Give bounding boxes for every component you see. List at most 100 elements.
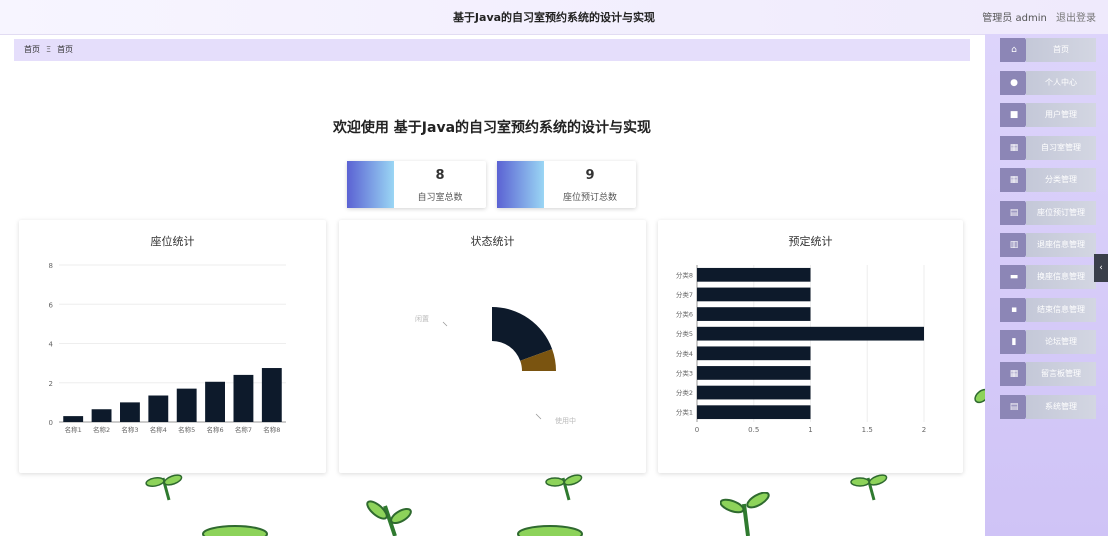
bar [697, 326, 924, 341]
card-icon: ▬ [1009, 272, 1019, 282]
x-tick-label: 名称2 [93, 425, 110, 434]
sidebar-item-label: 系统管理 [1045, 402, 1077, 411]
sidebar-item-label: 结束信息管理 [1037, 305, 1085, 314]
sprout-decoration [145, 474, 183, 501]
bar [697, 267, 811, 282]
grid-icon: ▦ [1009, 143, 1019, 153]
logout-link[interactable]: 退出登录 [1056, 13, 1096, 24]
x-tick-label: 0.5 [748, 426, 759, 434]
user-icon: ● [1010, 78, 1018, 88]
y-tick-label: 分类2 [676, 388, 693, 397]
stat-card-gradient [347, 161, 394, 208]
stat-label: 座位预订总数 [562, 193, 617, 203]
bar [697, 346, 811, 361]
sidebar-item-label: 自习室管理 [1041, 143, 1081, 152]
sidebar-item-label: 退座信息管理 [1037, 240, 1085, 249]
x-tick-label: 2 [922, 426, 926, 434]
y-tick-label: 0 [49, 419, 53, 427]
booking-stats-panel: 预定统计 0 0.5 1 1.5 2 分类1 分类2 分类3 分类4 分类5 分类6 分类7 分类8 [658, 220, 963, 473]
sidebar-item-label: 座位预订管理 [1037, 208, 1085, 217]
stat-card-gradient [497, 161, 544, 208]
document-icon: ▤ [1009, 208, 1019, 218]
x-tick-label: 名称3 [121, 425, 138, 434]
sidebar-collapse-button[interactable]: ‹ [1094, 254, 1108, 282]
pie-label-leader [535, 413, 542, 420]
sidebar-item-study-rooms[interactable]: ▦ 自习室管理 [1000, 136, 1096, 160]
sprout-decoration [974, 388, 986, 404]
pie-slice-label: 使用中 [555, 416, 576, 425]
y-tick-label: 8 [49, 262, 53, 270]
sprout-decoration [366, 500, 412, 536]
status-stats-panel: 状态统计 闲置 使用中 [339, 220, 646, 473]
welcome-heading: 欢迎使用 基于Java的自习室预约系统的设计与实现 [332, 120, 652, 136]
stat-label: 自习室总数 [417, 193, 463, 203]
sprout-decoration [545, 474, 583, 501]
y-tick-label: 分类5 [676, 329, 693, 338]
sidebar-item-seat-returns[interactable]: ▥ 退座信息管理 [1000, 233, 1096, 257]
sprout-decoration [517, 525, 583, 536]
bar [261, 368, 282, 422]
bar [697, 307, 811, 321]
briefcase-icon: ■ [1009, 110, 1019, 120]
sidebar-item-forum[interactable]: ▮ 论坛管理 [1000, 330, 1096, 354]
sidebar-item-label: 论坛管理 [1045, 337, 1077, 346]
bar [148, 395, 169, 422]
user-role-name: 管理员 admin [982, 13, 1047, 24]
grid-icon: ▦ [1009, 369, 1019, 379]
pie-slice-label: 闲置 [415, 314, 429, 323]
y-tick-label: 分类1 [676, 408, 693, 417]
x-tick-label: 1.5 [862, 426, 873, 434]
bar [63, 416, 84, 422]
sprout-decoration [850, 474, 888, 501]
sidebar-item-users[interactable]: ■ 用户管理 [1000, 103, 1096, 127]
sidebar-item-message-board[interactable]: ▦ 留言板管理 [1000, 362, 1096, 386]
top-bar: 基于Java的自习室预约系统的设计与实现 管理员 admin 退出登录 [0, 0, 1108, 35]
user-area: 管理员 admin 退出登录 [976, 9, 1096, 24]
bar [205, 381, 225, 422]
y-tick-label: 分类8 [676, 270, 693, 279]
x-tick-label: 名称8 [263, 425, 280, 434]
sidebar-item-categories[interactable]: ▦ 分类管理 [1000, 168, 1096, 192]
x-tick-label: 名称6 [206, 425, 223, 434]
sprout-decoration [202, 525, 268, 536]
sidebar-item-seat-changes[interactable]: ▬ 换座信息管理 [1000, 265, 1096, 289]
sidebar: ⌂ 首页 ● 个人中心 ■ 用户管理 ▦ 自习室管理 ▦ 分类管理 ▤ 座位预订… [985, 34, 1108, 536]
y-tick-label: 分类6 [676, 310, 693, 319]
status-stats-chart: 闲置使用中 [415, 307, 576, 425]
y-tick-label: 分类3 [676, 368, 693, 377]
y-tick-label: 2 [49, 380, 53, 388]
stat-card-seat-bookings: 9 座位预订总数 [497, 161, 636, 208]
bar [120, 402, 140, 422]
x-tick-label: 0 [695, 426, 699, 434]
y-tick-label: 分类4 [676, 349, 693, 358]
stat-value: 9 [585, 168, 595, 183]
home-icon: ⌂ [1011, 45, 1017, 55]
sidebar-item-home[interactable]: ⌂ 首页 [1000, 38, 1096, 62]
sidebar-item-seat-bookings[interactable]: ▤ 座位预订管理 [1000, 201, 1096, 225]
breadcrumb-home[interactable]: 首页 [24, 45, 40, 54]
sidebar-item-end-info[interactable]: ▪ 结束信息管理 [1000, 298, 1096, 322]
bookmark-icon: ▮ [1011, 337, 1017, 347]
sidebar-item-label: 换座信息管理 [1037, 272, 1085, 281]
pie-label-leader [442, 321, 448, 327]
sidebar-item-label: 首页 [1053, 45, 1069, 54]
sidebar-item-profile[interactable]: ● 个人中心 [1000, 71, 1096, 95]
breadcrumb-current: 首页 [57, 45, 74, 54]
stat-card-study-rooms: 8 自习室总数 [347, 161, 486, 208]
app-title: 基于Java的自习室预约系统的设计与实现 [452, 11, 656, 24]
chat-icon: ▪ [1010, 305, 1018, 315]
bar [233, 374, 254, 422]
x-tick-label: 名称7 [235, 425, 252, 434]
bar [697, 385, 811, 400]
bar [697, 366, 811, 380]
table-icon: ▥ [1009, 240, 1019, 250]
bar [176, 388, 197, 422]
document-icon: ▤ [1009, 402, 1019, 412]
bar [697, 405, 811, 420]
x-tick-label: 1 [808, 426, 812, 434]
bar [697, 287, 811, 302]
seat-stats-panel: 座位统计 0 2 4 6 8 名称1 名称2 名称3 名称4 名称5 名称6 名称7 名称8 [19, 220, 326, 473]
seat-stats-chart: 0 2 4 6 8 名称1 名称2 名称3 名称4 名称5 名称6 名称7 名称8 [49, 262, 286, 434]
bar [91, 409, 112, 422]
sidebar-item-system[interactable]: ▤ 系统管理 [1000, 395, 1096, 419]
